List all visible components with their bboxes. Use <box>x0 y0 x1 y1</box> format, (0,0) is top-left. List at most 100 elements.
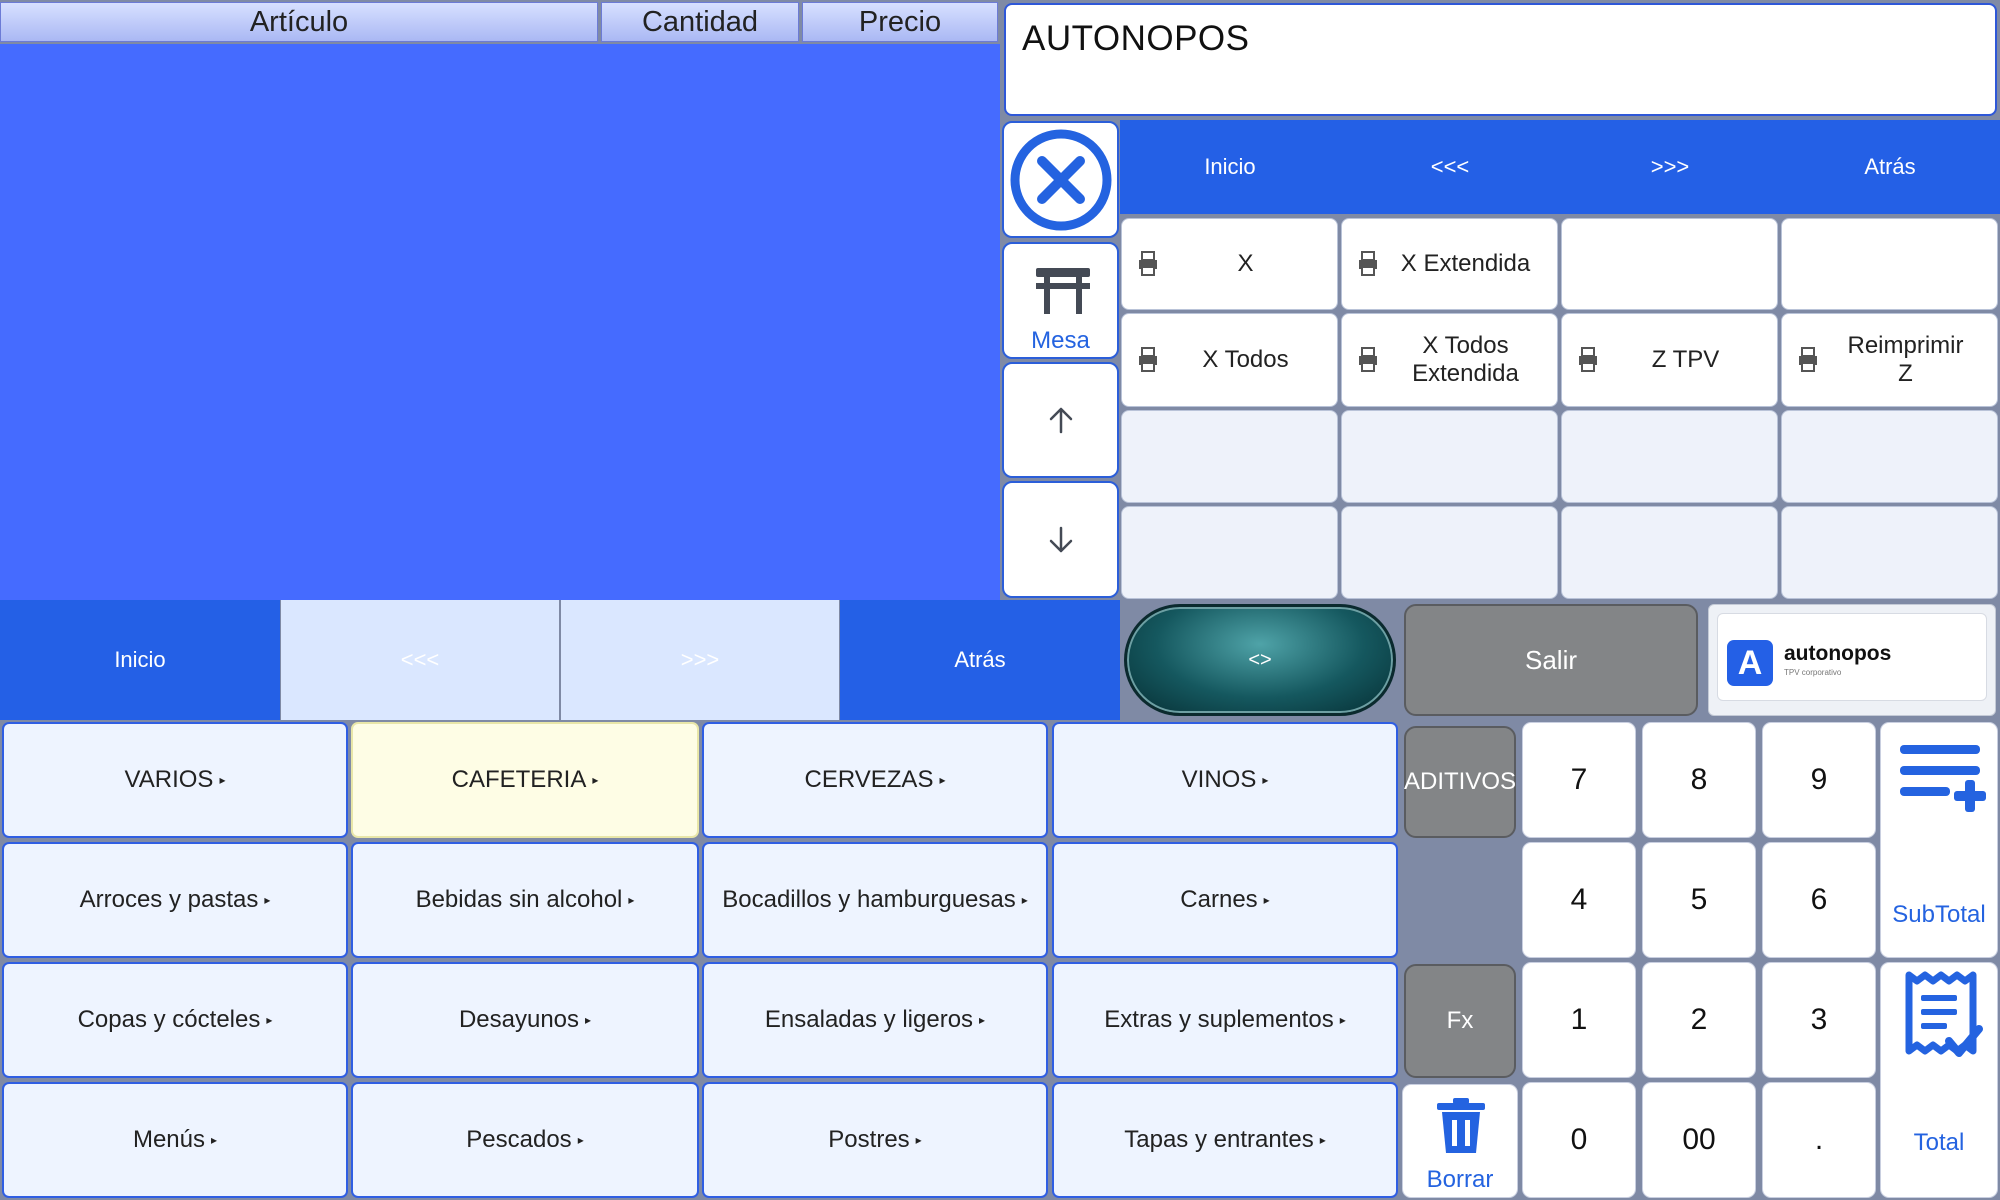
info-title: AUTONOPOS <box>1022 19 1250 58</box>
key-8[interactable]: 8 <box>1642 722 1756 838</box>
function-z-tpv[interactable]: Z TPV <box>1561 313 1778 407</box>
key-00[interactable]: 00 <box>1642 1082 1756 1198</box>
function-label: Z TPV <box>1651 346 1720 374</box>
category-button[interactable]: CERVEZAS ▸ <box>702 722 1048 838</box>
category-label: VINOS <box>1181 766 1257 793</box>
subtotal-button[interactable]: SubTotal <box>1880 722 1998 958</box>
category-button[interactable]: Pescados ▸ <box>351 1082 699 1198</box>
printer-icon <box>1359 251 1377 276</box>
key-decimal[interactable]: . <box>1762 1082 1876 1198</box>
fx-button[interactable]: Fx <box>1404 964 1516 1078</box>
key-4[interactable]: 4 <box>1522 842 1636 958</box>
key-6[interactable]: 6 <box>1762 842 1876 958</box>
category-label: Ensaladas y ligeros <box>764 1006 974 1033</box>
function-slot-empty[interactable] <box>1561 410 1778 503</box>
category-button[interactable]: Ensaladas y ligeros ▸ <box>702 962 1048 1078</box>
category-button[interactable]: Copas y cócteles ▸ <box>2 962 348 1078</box>
category-button[interactable]: Bebidas sin alcohol ▸ <box>351 842 699 958</box>
category-button[interactable]: Postres ▸ <box>702 1082 1048 1198</box>
function-x-all-extended[interactable]: X Todos Extendida <box>1341 313 1558 407</box>
category-button[interactable]: Menús ▸ <box>2 1082 348 1198</box>
category-nav-next[interactable]: >>> <box>561 600 839 720</box>
key-0[interactable]: 0 <box>1522 1082 1636 1198</box>
caret-right-icon: ▸ <box>1263 893 1270 907</box>
function-slot-empty[interactable] <box>1561 506 1778 599</box>
category-label: Carnes <box>1180 886 1258 913</box>
function-slot-empty[interactable] <box>1341 506 1558 599</box>
arrow-up-icon <box>1049 407 1072 434</box>
receipt-check-icon <box>1905 971 1983 1057</box>
function-nav-next[interactable]: >>> <box>1560 120 1780 214</box>
printer-icon <box>1359 347 1377 372</box>
category-button[interactable]: Desayunos ▸ <box>351 962 699 1078</box>
function-label: X Todos Extendida <box>1412 332 1519 387</box>
function-label: Reimprimir Z <box>1847 332 1964 387</box>
cancel-button[interactable] <box>1002 121 1119 238</box>
printer-icon <box>1799 347 1817 372</box>
category-button[interactable]: Bocadillos y hamburguesas ▸ <box>702 842 1048 958</box>
scroll-up-button[interactable] <box>1002 362 1119 478</box>
ticket-lines-area[interactable] <box>0 44 1000 600</box>
category-button[interactable]: Arroces y pastas ▸ <box>2 842 348 958</box>
key-1[interactable]: 1 <box>1522 962 1636 1078</box>
function-slot-empty[interactable] <box>1341 410 1558 503</box>
function-label: X Extendida <box>1400 250 1531 278</box>
function-x-extended[interactable]: X Extendida <box>1341 218 1558 310</box>
function-slot-empty[interactable] <box>1121 506 1338 599</box>
category-button[interactable]: VINOS ▸ <box>1052 722 1398 838</box>
category-button[interactable]: Tapas y entrantes ▸ <box>1052 1082 1398 1198</box>
key-9[interactable]: 9 <box>1762 722 1876 838</box>
total-button[interactable]: Total <box>1880 962 1998 1198</box>
printer-icon <box>1139 347 1157 372</box>
function-slot-empty[interactable] <box>1781 218 1998 310</box>
brand-name: autonopos <box>1784 642 1892 665</box>
function-nav-home[interactable]: Inicio <box>1120 120 1340 214</box>
exit-button[interactable]: Salir <box>1404 604 1698 716</box>
category-nav-back[interactable]: Atrás <box>840 600 1120 720</box>
toggle-view-button[interactable]: <> <box>1124 604 1396 716</box>
category-label: Bebidas sin alcohol <box>415 886 623 913</box>
key-3[interactable]: 3 <box>1762 962 1876 1078</box>
total-label: Total <box>1913 1129 1965 1156</box>
category-nav-prev[interactable]: <<< <box>281 600 559 720</box>
table-label: Mesa <box>1031 327 1090 354</box>
category-button[interactable]: Carnes ▸ <box>1052 842 1398 958</box>
printer-icon <box>1139 251 1157 276</box>
function-nav-prev[interactable]: <<< <box>1340 120 1560 214</box>
category-label: CERVEZAS <box>804 766 934 793</box>
function-nav-back[interactable]: Atrás <box>1780 120 2000 214</box>
category-button[interactable]: Extras y suplementos ▸ <box>1052 962 1398 1078</box>
arrow-down-icon <box>1049 526 1072 552</box>
caret-right-icon: ▸ <box>577 1133 584 1147</box>
caret-right-icon: ▸ <box>211 1133 218 1147</box>
printer-icon <box>1579 347 1597 372</box>
function-x-report[interactable]: X <box>1121 218 1338 310</box>
key-2[interactable]: 2 <box>1642 962 1756 1078</box>
function-slot-empty[interactable] <box>1121 410 1338 503</box>
category-label: Menús <box>132 1126 205 1153</box>
caret-right-icon: ▸ <box>628 893 635 907</box>
table-button[interactable]: Mesa <box>1002 242 1119 359</box>
category-label: Bocadillos y hamburguesas <box>722 886 1016 913</box>
caret-right-icon: ▸ <box>1319 1133 1326 1147</box>
category-label: Desayunos <box>458 1006 580 1033</box>
scroll-down-button[interactable] <box>1002 481 1119 598</box>
function-slot-empty[interactable] <box>1561 218 1778 310</box>
key-5[interactable]: 5 <box>1642 842 1756 958</box>
caret-right-icon: ▸ <box>266 1013 273 1027</box>
info-display: AUTONOPOS <box>1004 3 1997 116</box>
category-label: Postres <box>828 1126 910 1153</box>
function-slot-empty[interactable] <box>1781 506 1998 599</box>
caret-right-icon: ▸ <box>979 1013 986 1027</box>
delete-button[interactable]: Borrar <box>1402 1084 1518 1198</box>
caret-right-icon: ▸ <box>1262 773 1269 787</box>
function-x-all[interactable]: X Todos <box>1121 313 1338 407</box>
function-slot-empty[interactable] <box>1781 410 1998 503</box>
category-button[interactable]: VARIOS ▸ <box>2 722 348 838</box>
category-button-selected[interactable]: CAFETERIA ▸ <box>351 722 699 838</box>
category-nav-home[interactable]: Inicio <box>0 600 280 720</box>
category-label: Tapas y entrantes <box>1124 1126 1314 1153</box>
key-7[interactable]: 7 <box>1522 722 1636 838</box>
function-reprint-z[interactable]: Reimprimir Z <box>1781 313 1998 407</box>
additives-button[interactable]: ADITIVOS <box>1404 726 1516 838</box>
